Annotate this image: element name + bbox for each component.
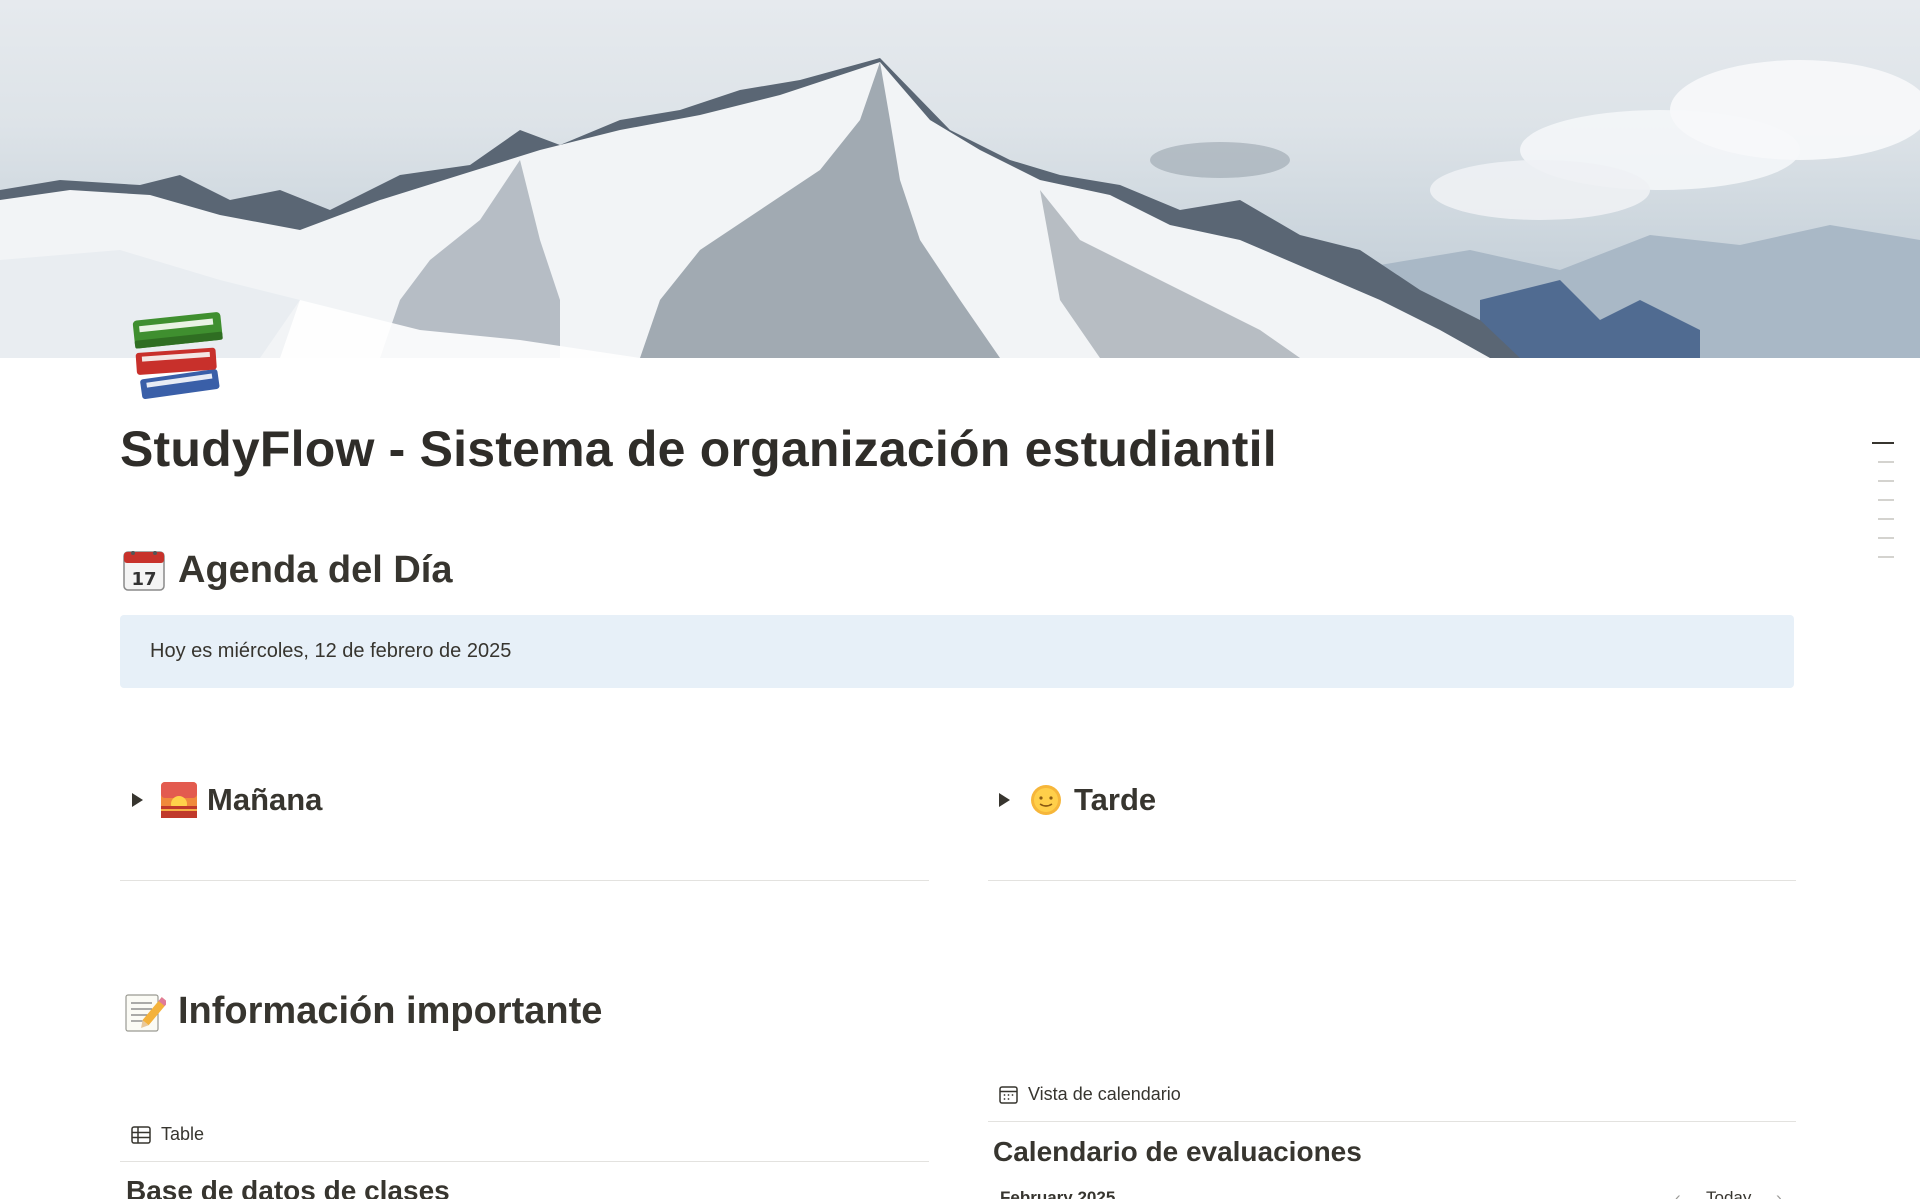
calendar-view-icon [999, 1086, 1018, 1104]
toggle-tarde[interactable]: Tarde [999, 782, 1156, 818]
view-tab-label: Table [161, 1124, 205, 1144]
books-icon[interactable] [126, 298, 234, 408]
outline-item[interactable] [1878, 556, 1894, 558]
outline-navigation[interactable] [1872, 442, 1894, 575]
sun-icon [1028, 782, 1064, 818]
next-month-button[interactable]: › [1776, 1188, 1782, 1199]
calendar-icon: 17 [122, 548, 166, 592]
view-divider [120, 1161, 929, 1162]
toggle-arrow-icon[interactable] [132, 793, 143, 807]
divider [120, 880, 929, 881]
mountain-illustration [0, 58, 1920, 358]
outline-item[interactable] [1878, 461, 1894, 463]
view-tab-calendar[interactable]: Vista de calendario [999, 1084, 1181, 1105]
database-title[interactable]: Base de datos de clases [126, 1175, 450, 1199]
table-icon [131, 1125, 151, 1144]
date-callout[interactable]: Hoy es miércoles, 12 de febrero de 2025 [120, 615, 1794, 688]
view-divider [988, 1121, 1796, 1122]
sunrise-icon [161, 782, 197, 818]
view-tab-table[interactable]: Table [131, 1124, 204, 1145]
divider [988, 880, 1796, 881]
toggle-manana-label: Mañana [207, 782, 323, 817]
toggle-arrow-icon[interactable] [999, 793, 1010, 807]
notion-page: StudyFlow - Sistema de organización estu… [0, 0, 1920, 1199]
prev-month-button[interactable]: ‹ [1675, 1188, 1681, 1199]
outline-item[interactable] [1872, 442, 1894, 444]
view-tab-label: Vista de calendario [1028, 1084, 1181, 1104]
outline-item[interactable] [1878, 480, 1894, 482]
info-heading-text: Información importante [178, 989, 603, 1032]
agenda-heading[interactable]: 17 Agenda del Día [122, 548, 453, 592]
cover-image[interactable] [0, 0, 1920, 358]
outline-item[interactable] [1878, 499, 1894, 501]
toggle-tarde-label: Tarde [1074, 782, 1157, 817]
callout-text: Hoy es miércoles, 12 de febrero de 2025 [150, 640, 512, 662]
outline-item[interactable] [1878, 518, 1894, 520]
toggle-manana[interactable]: Mañana [132, 782, 322, 818]
agenda-heading-text: Agenda del Día [178, 548, 453, 591]
today-button[interactable]: Today [1706, 1188, 1751, 1199]
info-heading[interactable]: Información importante [122, 989, 602, 1033]
calendar-title[interactable]: Calendario de evaluaciones [993, 1136, 1362, 1168]
page-title[interactable]: StudyFlow - Sistema de organización estu… [120, 420, 1277, 478]
svg-text:17: 17 [131, 569, 156, 590]
outline-item[interactable] [1878, 537, 1894, 539]
memo-icon [122, 989, 168, 1033]
calendar-month-label: February 2025 [1000, 1188, 1116, 1199]
